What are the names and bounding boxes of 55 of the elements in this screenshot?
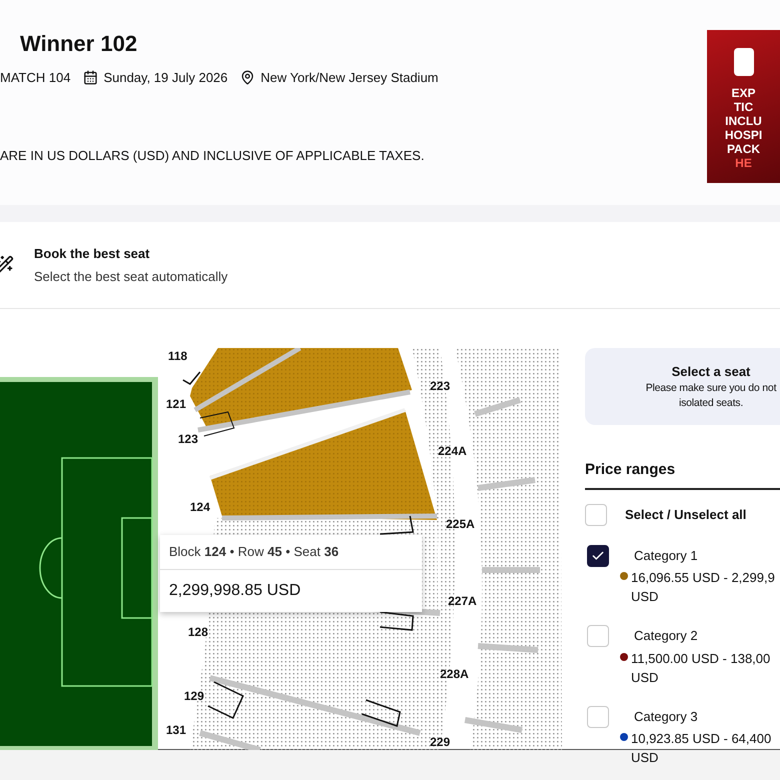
advert-text: EXP: [731, 86, 756, 100]
option-subtitle: Select the best seat automatically: [34, 268, 228, 286]
section-label: 128: [188, 625, 208, 639]
section-label: 229: [430, 735, 450, 749]
section-label: 123: [178, 432, 198, 446]
section-label: 129: [184, 689, 204, 703]
section-label: 118: [168, 349, 188, 363]
advert-text: PACK: [726, 142, 760, 156]
advert-text: HOSPI: [724, 128, 762, 142]
section-heading: Price ranges: [585, 459, 780, 490]
card-title: Select a seat: [672, 362, 750, 381]
section-label: 124: [190, 500, 210, 514]
calendar-icon: [82, 70, 98, 86]
select-all-label[interactable]: Select / Unselect all: [625, 504, 746, 524]
price-range: 11,500.00 USD - 138,00: [631, 650, 770, 668]
advert-text: INCLU: [725, 114, 762, 128]
price-range: USD: [631, 588, 660, 606]
logo-icon: [734, 48, 754, 76]
option-title: Book the best seat: [34, 245, 151, 263]
section-label: 223: [430, 379, 450, 393]
card-text: isolated seats.: [678, 396, 744, 412]
advert-text: HE: [735, 156, 752, 170]
price-range: USD: [631, 749, 660, 767]
entrance-marker: [182, 372, 201, 385]
price-notice: ARE IN US DOLLARS (USD) AND INCLUSIVE OF APPLICABLE TAXES.: [0, 146, 426, 165]
section-label: 131: [166, 723, 186, 737]
price-range: 10,923.85 USD - 64,400: [631, 730, 772, 748]
section-label: 227A: [448, 594, 477, 608]
advert-text: TIC: [734, 100, 754, 114]
checkbox[interactable]: [587, 544, 609, 566]
price-range: 16,096.55 USD - 2,299,9: [631, 569, 775, 587]
price-range: USD: [631, 668, 660, 686]
match-number: MATCH 104: [0, 69, 71, 87]
entrance-marker: [362, 699, 401, 727]
match-date: Sunday, 19 July 2026: [104, 69, 228, 87]
entrance-marker: [200, 411, 235, 436]
location-pin-icon: [240, 70, 255, 86]
venue-name: New York/New Jersey Stadium: [260, 69, 438, 87]
entrance-marker: [208, 681, 244, 719]
magic-wand-icon: [0, 255, 14, 275]
section-label: 121: [166, 397, 186, 411]
card-text: Please make sure you do not: [646, 381, 776, 396]
page-title: Winner 102: [19, 30, 138, 58]
entrance-marker: [380, 516, 414, 535]
section-label: 228A: [440, 667, 469, 681]
entrance-marker: [380, 611, 414, 631]
section-label: 224A: [438, 444, 467, 458]
advert-banner[interactable]: EXP TIC INCLU HOSPI PACK HE: [707, 30, 780, 183]
seat-price: 2,299,998.85 USD: [168, 580, 302, 600]
section-label: 225A: [446, 517, 475, 531]
category-name: Category 1: [634, 546, 699, 565]
checkmark-icon: [591, 548, 605, 562]
category-name: Category 2: [634, 627, 699, 645]
seat-details: Block 124 • Row 45 • Seat 36: [160, 535, 422, 570]
category-name: Category 3: [634, 708, 699, 726]
